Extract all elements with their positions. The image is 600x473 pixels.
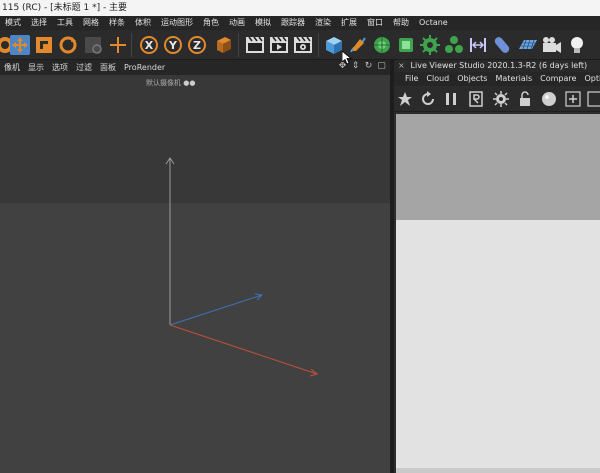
menu-animate[interactable]: 动画 xyxy=(224,16,250,30)
viewport-menu-options[interactable]: 选项 xyxy=(48,60,72,75)
render-settings-icon[interactable] xyxy=(292,34,314,56)
transform-cross-icon[interactable] xyxy=(107,34,129,56)
menu-character[interactable]: 角色 xyxy=(198,16,224,30)
orbit-icon[interactable]: ↻ xyxy=(364,62,373,71)
live-viewer-toolbar xyxy=(394,86,600,112)
axis-z-lock-button[interactable]: Z xyxy=(186,34,208,56)
rotate-tool-icon[interactable] xyxy=(57,34,79,56)
viewport-menu-filter[interactable]: 过滤 xyxy=(72,60,96,75)
material-ball-icon[interactable] xyxy=(540,90,558,108)
lv-menu-compare[interactable]: Compare xyxy=(536,72,580,86)
z-axis-line xyxy=(169,294,263,326)
restart-render-icon[interactable] xyxy=(419,90,437,108)
menu-simulate[interactable]: 模拟 xyxy=(250,16,276,30)
viewport-menu-camera[interactable]: 像机 xyxy=(0,60,24,75)
menu-tools[interactable]: 工具 xyxy=(52,16,78,30)
lv-menu-materials[interactable]: Materials xyxy=(491,72,536,86)
axis-z-label: Z xyxy=(193,38,201,52)
menu-octane[interactable]: Octane xyxy=(414,16,453,30)
axis-y-lock-button[interactable]: Y xyxy=(162,34,184,56)
main-menubar: 模式 选择 工具 网格 样条 体积 运动图形 角色 动画 模拟 跟踪器 渲染 扩… xyxy=(0,16,600,30)
expand-icon[interactable] xyxy=(586,90,600,108)
floor-grid-icon[interactable] xyxy=(517,34,539,56)
menu-mode[interactable]: 模式 xyxy=(0,16,26,30)
menu-volume[interactable]: 体积 xyxy=(130,16,156,30)
viewport-3d[interactable]: 默认摄像机 ●● xyxy=(0,75,390,473)
menu-spline[interactable]: 样条 xyxy=(104,16,130,30)
add-icon[interactable] xyxy=(564,90,582,108)
live-viewer-title: Live Viewer Studio 2020.1.3-R2 (6 days l… xyxy=(410,61,588,70)
live-viewer-panel: × Live Viewer Studio 2020.1.3-R2 (6 days… xyxy=(394,60,600,473)
main-toolbar: X Y Z xyxy=(0,30,600,60)
menu-tracker[interactable]: 跟踪器 xyxy=(276,16,310,30)
viewport-menu-panel[interactable]: 面板 xyxy=(96,60,120,75)
live-viewer-title-bar: × Live Viewer Studio 2020.1.3-R2 (6 days… xyxy=(394,60,600,72)
deformer-bend-icon[interactable] xyxy=(467,34,489,56)
settings-gear-icon[interactable] xyxy=(492,90,510,108)
cloner-gear-icon[interactable] xyxy=(419,34,441,56)
pause-render-icon[interactable] xyxy=(442,90,460,108)
viewport-menu-display[interactable]: 显示 xyxy=(24,60,48,75)
camera-object-icon[interactable] xyxy=(541,34,563,56)
lv-menu-options[interactable]: Option xyxy=(580,72,600,86)
world-axes xyxy=(165,157,319,377)
lv-menu-objects[interactable]: Objects xyxy=(453,72,491,86)
window-title: 115 (RC) - [未标题 1 *] - 主要 xyxy=(0,0,600,16)
lv-menu-cloud[interactable]: Cloud xyxy=(422,72,453,86)
axis-x-lock-button[interactable]: X xyxy=(138,34,160,56)
subdivision-surface-icon[interactable] xyxy=(371,34,393,56)
render-output-footer xyxy=(396,468,600,473)
axis-y-label: Y xyxy=(169,38,177,52)
axis-x-label: X xyxy=(144,38,154,52)
menu-mograph[interactable]: 运动图形 xyxy=(156,16,198,30)
render-region-icon[interactable] xyxy=(467,90,485,108)
deformer-capsule-icon[interactable] xyxy=(491,34,513,56)
lv-menu-file[interactable]: File xyxy=(401,72,422,86)
x-axis-line xyxy=(169,324,318,375)
send-scene-icon[interactable] xyxy=(396,90,414,108)
render-picture-viewer-icon[interactable] xyxy=(268,34,290,56)
coordinate-system-icon[interactable] xyxy=(212,34,234,56)
scale-tool-icon[interactable] xyxy=(33,34,55,56)
menu-render[interactable]: 渲染 xyxy=(310,16,336,30)
mograph-cloner-icon[interactable] xyxy=(443,34,465,56)
viewport-menu-prorender[interactable]: ProRender xyxy=(120,60,169,75)
menu-help[interactable]: 帮助 xyxy=(388,16,414,30)
light-bulb-icon[interactable] xyxy=(566,34,588,56)
render-output-lower[interactable] xyxy=(396,220,600,468)
live-viewer-menubar: File Cloud Objects Materials Compare Opt… xyxy=(394,72,600,86)
lock-icon[interactable] xyxy=(516,90,534,108)
dolly-icon[interactable]: ⇕ xyxy=(351,62,360,71)
move-tool-icon[interactable] xyxy=(9,34,31,56)
mouse-cursor-icon xyxy=(342,51,352,65)
menu-select[interactable]: 选择 xyxy=(26,16,52,30)
menu-mesh[interactable]: 网格 xyxy=(78,16,104,30)
extrude-generator-icon[interactable] xyxy=(395,34,417,56)
menu-window[interactable]: 窗口 xyxy=(362,16,388,30)
maximize-view-icon[interactable]: ▢ xyxy=(377,62,386,71)
viewport-menubar: 像机 显示 选项 过滤 面板 ProRender ✥ ⇕ ↻ ▢ xyxy=(0,60,390,75)
close-icon[interactable]: × xyxy=(398,60,408,72)
menu-extensions[interactable]: 扩展 xyxy=(336,16,362,30)
render-view-icon[interactable] xyxy=(244,34,266,56)
recent-tool-icon[interactable] xyxy=(82,34,104,56)
render-output-upper[interactable] xyxy=(396,114,600,220)
